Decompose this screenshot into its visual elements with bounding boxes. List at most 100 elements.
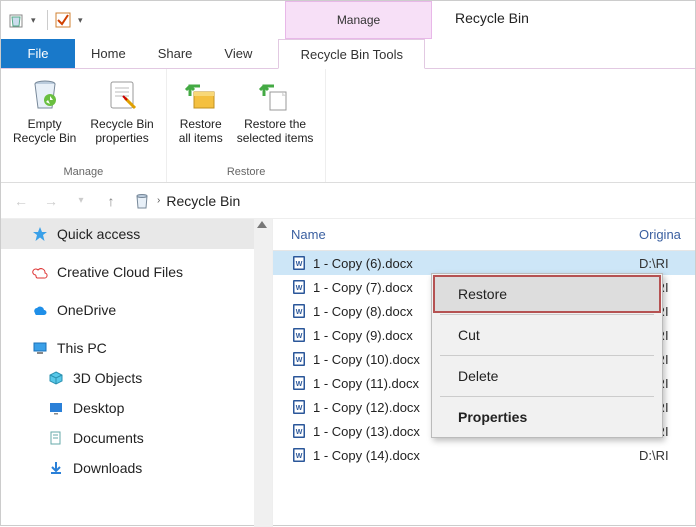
ribbon-group-label: Manage xyxy=(63,164,103,180)
contextual-tab-label: Manage xyxy=(285,1,432,39)
ribbon-group-label: Restore xyxy=(227,164,266,180)
file-name: 1 - Copy (9).docx xyxy=(313,328,413,343)
cube-icon xyxy=(47,369,65,387)
ctx-properties[interactable]: Properties xyxy=(434,399,660,435)
recycle-bin-empty-icon xyxy=(27,77,63,113)
breadcrumb-location[interactable]: Recycle Bin xyxy=(166,193,240,209)
nav-desktop[interactable]: Desktop xyxy=(1,393,272,423)
word-doc-icon: W xyxy=(291,447,307,463)
recent-dropdown[interactable]: ▾ xyxy=(69,189,93,213)
svg-text:W: W xyxy=(296,405,303,412)
quick-access-toolbar: ▾ ▾ xyxy=(1,10,88,30)
ctx-separator xyxy=(440,314,654,315)
svg-text:W: W xyxy=(296,309,303,316)
nav-label: Creative Cloud Files xyxy=(57,264,183,280)
svg-text:W: W xyxy=(296,333,303,340)
svg-text:W: W xyxy=(296,261,303,268)
ctx-restore[interactable]: Restore xyxy=(434,276,660,312)
downloads-icon xyxy=(47,459,65,477)
restore-all-icon xyxy=(183,77,219,113)
word-doc-icon: W xyxy=(291,303,307,319)
titlebar: ▾ ▾ Manage Recycle Bin xyxy=(1,1,695,39)
restore-all-button[interactable]: Restore all items xyxy=(175,73,227,148)
context-menu: Restore Cut Delete Properties xyxy=(431,273,663,438)
svg-text:W: W xyxy=(296,429,303,436)
word-doc-icon: W xyxy=(291,279,307,295)
qat-dropdown-2-icon[interactable]: ▾ xyxy=(78,15,88,26)
recycle-bin-properties-button[interactable]: Recycle Bin properties xyxy=(86,73,157,148)
nav-downloads[interactable]: Downloads xyxy=(1,453,272,483)
tabs-row: File Home Share View Recycle Bin Tools xyxy=(1,39,695,69)
file-name: 1 - Copy (8).docx xyxy=(313,304,413,319)
nav-label: 3D Objects xyxy=(73,370,142,386)
nav-scrollbar[interactable] xyxy=(254,219,272,527)
nav-quick-access[interactable]: Quick access xyxy=(1,219,272,249)
up-button[interactable]: ↑ xyxy=(99,189,123,213)
qat-separator xyxy=(47,10,48,30)
documents-icon xyxy=(47,429,65,447)
recycle-bin-icon xyxy=(7,11,25,29)
nav-creative-cloud[interactable]: Creative Cloud Files xyxy=(1,257,272,287)
window-title: Recycle Bin xyxy=(455,10,529,26)
word-doc-icon: W xyxy=(291,399,307,415)
file-name: 1 - Copy (12).docx xyxy=(313,400,420,415)
file-name: 1 - Copy (6).docx xyxy=(313,256,413,271)
ribbon-btn-label: selected items xyxy=(237,131,314,145)
qat-dropdown-icon[interactable]: ▾ xyxy=(31,15,41,26)
column-headers: Name Origina xyxy=(273,219,695,251)
word-doc-icon: W xyxy=(291,255,307,271)
star-icon xyxy=(31,225,49,243)
file-row[interactable]: W1 - Copy (6).docxD:\RI xyxy=(273,251,695,275)
ctx-delete[interactable]: Delete xyxy=(434,358,660,394)
desktop-icon xyxy=(47,399,65,417)
this-pc-icon xyxy=(31,339,49,357)
tab-file[interactable]: File xyxy=(1,39,75,68)
ribbon: Empty Recycle Bin Recycle Bin properties… xyxy=(1,69,695,183)
file-name: 1 - Copy (13).docx xyxy=(313,424,420,439)
word-doc-icon: W xyxy=(291,375,307,391)
checkbox-icon[interactable] xyxy=(54,11,72,29)
creative-cloud-icon xyxy=(31,263,49,281)
ribbon-btn-label: all items xyxy=(179,131,223,145)
forward-button[interactable]: → xyxy=(39,189,63,213)
nav-this-pc[interactable]: This PC xyxy=(1,333,272,363)
restore-selected-button[interactable]: Restore the selected items xyxy=(233,73,318,148)
ctx-cut[interactable]: Cut xyxy=(434,317,660,353)
nav-onedrive[interactable]: OneDrive xyxy=(1,295,272,325)
chevron-right-icon[interactable]: › xyxy=(157,195,160,206)
svg-text:W: W xyxy=(296,357,303,364)
word-doc-icon: W xyxy=(291,327,307,343)
nav-row: ← → ▾ ↑ › Recycle Bin xyxy=(1,183,695,219)
nav-documents[interactable]: Documents xyxy=(1,423,272,453)
column-name-header[interactable]: Name xyxy=(273,227,639,242)
back-button[interactable]: ← xyxy=(9,189,33,213)
file-original-location: D:\RI xyxy=(639,448,695,463)
tab-home[interactable]: Home xyxy=(75,39,142,68)
ribbon-btn-label: Recycle Bin xyxy=(13,131,76,145)
tab-share[interactable]: Share xyxy=(142,39,209,68)
ribbon-btn-label: Empty xyxy=(28,117,62,131)
word-doc-icon: W xyxy=(291,423,307,439)
ribbon-group-restore: Restore all items Restore the selected i… xyxy=(167,69,327,182)
ribbon-group-manage: Empty Recycle Bin Recycle Bin properties… xyxy=(1,69,167,182)
properties-icon xyxy=(104,77,140,113)
nav-label: Downloads xyxy=(73,460,142,476)
file-row[interactable]: W1 - Copy (14).docxD:\RI xyxy=(273,443,695,467)
nav-label: OneDrive xyxy=(57,302,116,318)
ribbon-btn-label: Restore the xyxy=(244,117,306,131)
ctx-separator xyxy=(440,396,654,397)
empty-recycle-bin-button[interactable]: Empty Recycle Bin xyxy=(9,73,80,148)
onedrive-icon xyxy=(31,301,49,319)
nav-3d-objects[interactable]: 3D Objects xyxy=(1,363,272,393)
tab-view[interactable]: View xyxy=(208,39,268,68)
restore-selected-icon xyxy=(257,77,293,113)
word-doc-icon: W xyxy=(291,351,307,367)
nav-label: Quick access xyxy=(57,226,140,242)
svg-text:W: W xyxy=(296,285,303,292)
file-name: 1 - Copy (7).docx xyxy=(313,280,413,295)
tab-recycle-bin-tools[interactable]: Recycle Bin Tools xyxy=(278,39,425,69)
breadcrumb[interactable]: › Recycle Bin xyxy=(129,188,687,214)
svg-text:W: W xyxy=(296,453,303,460)
ribbon-btn-label: properties xyxy=(95,131,148,145)
column-original-header[interactable]: Origina xyxy=(639,227,695,242)
